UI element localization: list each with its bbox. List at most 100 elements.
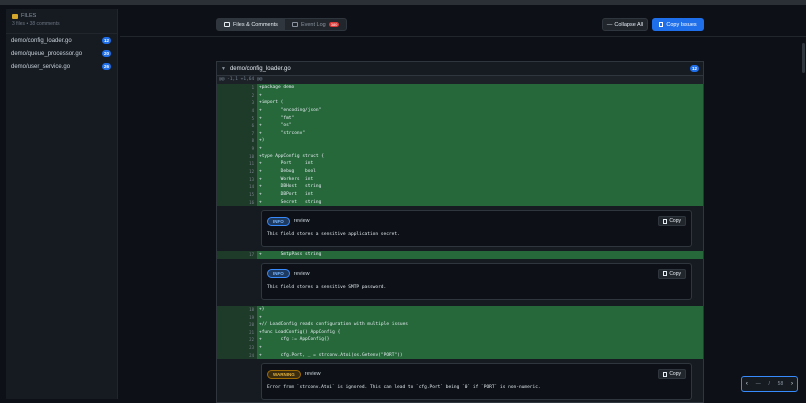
line-number: 10 — [217, 152, 257, 161]
code-text: +type AppConfig struct { — [259, 153, 325, 159]
line-number: 24 — [217, 351, 257, 360]
line-number: 20 — [217, 321, 257, 329]
code-block: 1 +package demo 2 +3 +import (4 + "encoding/j… — [217, 84, 703, 207]
sidebar-item-user-service[interactable]: demo/user_service.go 26 — [6, 60, 117, 73]
copy-issues-label: Copy Issues — [666, 21, 697, 28]
line-number: 18 — [217, 305, 257, 314]
code-line: 12 + Debug bool — [217, 168, 703, 176]
sidebar-title-row: FILES — [12, 13, 111, 19]
sidebar-item-label: demo/user_service.go — [11, 63, 71, 70]
code-text: + — [259, 146, 262, 152]
line-number: 12 — [217, 168, 257, 176]
line-number: 4 — [217, 106, 257, 115]
code-text: +package demo — [259, 85, 295, 90]
line-number: 15 — [217, 190, 257, 199]
comment-author: review — [293, 270, 310, 277]
hunk-header: @@ -1,1 +1,64 @@ — [217, 76, 703, 84]
folder-icon — [224, 22, 230, 27]
severity-badge: INFO — [267, 269, 290, 279]
line-number: 22 — [217, 336, 257, 345]
document-icon — [291, 22, 298, 27]
comment-header: WARNING review Copy — [267, 369, 686, 380]
code-text: + Secret string — [259, 199, 322, 205]
code-line: 13 + Workers int — [217, 175, 703, 184]
code-text: + "encoding/json" — [259, 107, 322, 113]
chevron-right-icon[interactable]: › — [791, 381, 793, 387]
copy-comment-button[interactable]: Copy — [658, 216, 686, 227]
comment-thread: INFO review Copy This field stores a sen… — [217, 206, 703, 252]
sidebar-title: FILES — [21, 13, 37, 19]
line-number: 9 — [217, 145, 257, 153]
tab-event-log[interactable]: Event Log 380 — [285, 19, 346, 30]
copy-icon — [659, 22, 664, 27]
pager-total: 58 — [777, 381, 784, 387]
copy-comment-button[interactable]: Copy — [658, 268, 686, 279]
collapse-all-button[interactable]: — Collapse All — [602, 18, 648, 31]
review-comment: INFO review Copy This field stores a sen… — [261, 262, 692, 300]
review-page: FILES 3 files • 38 comments demo/config_… — [0, 5, 806, 403]
sidebar-item-label: demo/config_loader.go — [11, 37, 72, 44]
code-text: +) — [259, 138, 265, 144]
comment-count-badge: 26 — [101, 63, 111, 70]
line-number: 17 — [217, 251, 257, 259]
copy-comment-button[interactable]: Copy — [658, 369, 686, 380]
chevron-left-icon[interactable]: ‹ — [746, 381, 748, 387]
event-count-badge: 380 — [328, 22, 340, 27]
review-comment: INFO review Copy This field stores a sen… — [261, 210, 692, 248]
comment-count-badge: 20 — [101, 50, 111, 57]
line-number: 8 — [217, 137, 257, 146]
sidebar-subtitle: 3 files • 38 comments — [12, 21, 60, 27]
code-line: 6 + "os" — [217, 122, 703, 130]
comment-header: INFO review Copy — [267, 268, 686, 279]
comment-thread: INFO review Copy This field stores a sen… — [217, 258, 703, 304]
code-text: + DBHost string — [259, 184, 322, 190]
code-line: 17 + SmtpPass string — [217, 251, 703, 259]
code-text: +func LoadConfig() AppConfig { — [259, 329, 341, 335]
line-number: 1 — [217, 84, 257, 92]
sidebar-item-queue-processor[interactable]: demo/queue_processor.go 20 — [6, 47, 117, 60]
code-line: 1 +package demo — [217, 84, 703, 92]
line-number: 21 — [217, 328, 257, 337]
copy-icon — [663, 371, 668, 377]
code-line: 18 +} — [217, 305, 703, 314]
pager-current: — — [755, 381, 761, 387]
code-line: 10 +type AppConfig struct { — [217, 152, 703, 161]
comment-author: review — [293, 218, 310, 225]
tab-files-comments[interactable]: Files & Comments — [217, 19, 285, 30]
code-text: +import ( — [259, 100, 284, 106]
comment-body: This field stores a sensitive applicatio… — [267, 232, 400, 238]
code-line: 3 +import ( — [217, 99, 703, 107]
file-header[interactable]: ▼ demo/config_loader.go 12 — [217, 62, 703, 76]
code-line: 16 + Secret string — [217, 198, 703, 207]
sidebar-item-label: demo/queue_processor.go — [11, 50, 83, 57]
collapse-all-label: Collapse All — [614, 21, 644, 28]
code-block: 18 +} 19 +20 +// LoadConfig reads configurat… — [217, 305, 703, 360]
code-text: +} — [259, 306, 265, 312]
code-line: 23 + — [217, 344, 703, 352]
code-text: + Port int — [259, 161, 314, 167]
code-text: + "strconv" — [259, 130, 306, 136]
chevron-down-icon[interactable]: ▼ — [221, 66, 226, 72]
line-number: 13 — [217, 175, 257, 184]
code-text: + DBPort int — [259, 191, 314, 197]
code-block: 17 + SmtpPass string — [217, 251, 703, 259]
page-scrollbar[interactable] — [802, 43, 805, 73]
line-number: 3 — [217, 99, 257, 107]
pager-separator: / — [768, 381, 770, 387]
code-line: 24 + cfg.Port, _ = strconv.Atoi(os.Getenv… — [217, 351, 703, 360]
severity-badge: INFO — [267, 216, 290, 226]
code-line: 11 + Port int — [217, 160, 703, 169]
comment-author: review — [304, 371, 321, 378]
code-text: + "os" — [259, 123, 292, 129]
collapse-icon: — — [606, 21, 613, 28]
line-number: 11 — [217, 160, 257, 169]
sidebar-item-config-loader[interactable]: demo/config_loader.go 12 — [6, 34, 117, 47]
copy-label: Copy — [669, 371, 681, 378]
copy-issues-button[interactable]: Copy Issues — [652, 18, 704, 31]
code-line: 14 + DBHost string — [217, 183, 703, 191]
file-sidebar: FILES 3 files • 38 comments demo/config_… — [6, 9, 118, 399]
file-name: demo/config_loader.go — [229, 65, 291, 72]
code-line: 4 + "encoding/json" — [217, 106, 703, 115]
code-line: 15 + DBPort int — [217, 190, 703, 199]
code-text: + — [259, 345, 262, 351]
